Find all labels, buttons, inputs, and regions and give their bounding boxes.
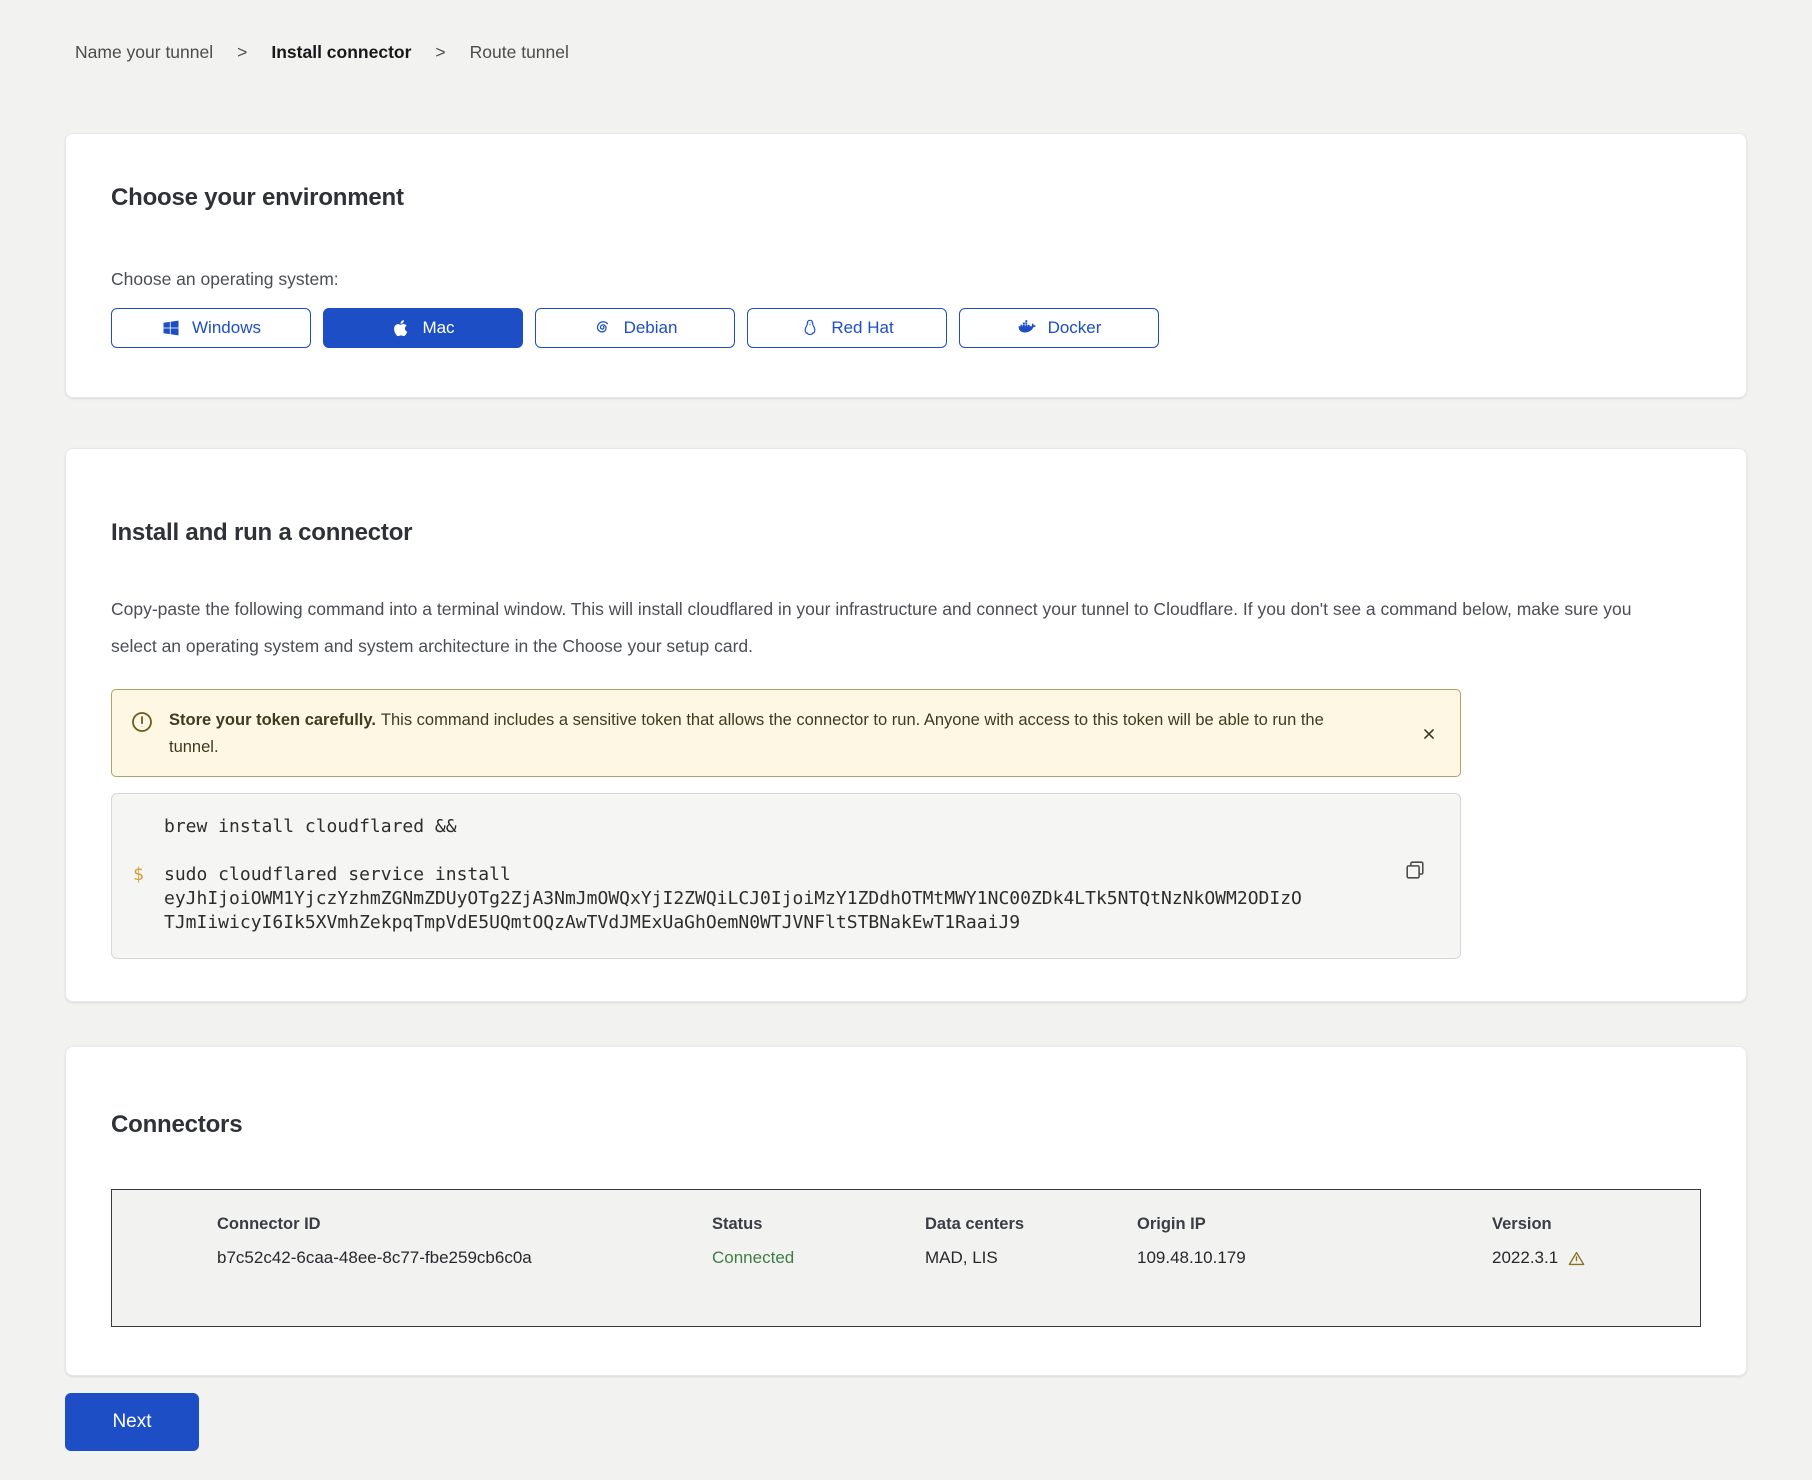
table-header-row: Connector ID Status Data centers Origin … <box>217 1214 1680 1234</box>
debian-swirl-icon <box>593 318 613 338</box>
column-header-status: Status <box>712 1214 925 1234</box>
connectors-table: Connector ID Status Data centers Origin … <box>111 1189 1701 1327</box>
data-centers-cell: MAD, LIS <box>925 1248 1137 1268</box>
version-value: 2022.3.1 <box>1492 1248 1558 1268</box>
origin-ip-cell: 109.48.10.179 <box>1137 1248 1492 1268</box>
os-button-label: Red Hat <box>831 318 893 338</box>
install-card-description: Copy-paste the following command into a … <box>111 591 1656 665</box>
column-header-connector-id: Connector ID <box>217 1214 712 1234</box>
windows-logo-icon <box>161 318 181 338</box>
version-cell: 2022.3.1 <box>1492 1248 1680 1268</box>
next-button[interactable]: Next <box>65 1393 199 1451</box>
os-button-docker[interactable]: Docker <box>959 308 1159 348</box>
table-row: b7c52c42-6caa-48ee-8c77-fbe259cb6c0a Con… <box>217 1248 1680 1268</box>
apple-logo-icon <box>391 318 411 338</box>
os-select-label: Choose an operating system: <box>111 268 1701 290</box>
code-line-brew: brew install cloudflared && <box>112 815 1460 839</box>
code-line-install: $ sudo cloudflared service install eyJhI… <box>112 863 1460 935</box>
os-button-debian[interactable]: Debian <box>535 308 735 348</box>
breadcrumb-step-name-your-tunnel[interactable]: Name your tunnel <box>75 42 213 63</box>
os-button-label: Windows <box>192 318 261 338</box>
token-text: eyJhIjoiOWM1YjczYzhmZGNmZDUyOTg2ZjA3NmJm… <box>164 888 1302 933</box>
os-button-windows[interactable]: Windows <box>111 308 311 348</box>
install-connector-card: Install and run a connector Copy-paste t… <box>65 448 1747 1002</box>
breadcrumb-separator: > <box>435 42 445 63</box>
connectors-card-title: Connectors <box>111 1111 1701 1139</box>
alert-circle-icon <box>130 710 154 734</box>
status-cell: Connected <box>712 1248 925 1268</box>
warning-close-button[interactable] <box>1422 726 1438 742</box>
close-icon <box>1422 727 1436 741</box>
connector-id-cell: b7c52c42-6caa-48ee-8c77-fbe259cb6c0a <box>217 1248 712 1268</box>
command-code-block[interactable]: brew install cloudflared && $ sudo cloud… <box>111 793 1461 959</box>
column-header-version: Version <box>1492 1214 1680 1234</box>
breadcrumb: Name your tunnel > Install connector > R… <box>75 42 569 63</box>
warning-title: Store your token carefully. <box>169 711 376 729</box>
linux-penguin-icon <box>800 318 820 338</box>
column-header-origin-ip: Origin IP <box>1137 1214 1492 1234</box>
os-button-label: Debian <box>624 318 678 338</box>
environment-card-title: Choose your environment <box>111 184 1701 212</box>
copy-icon <box>1404 859 1426 881</box>
breadcrumb-step-route-tunnel[interactable]: Route tunnel <box>470 42 569 63</box>
os-button-redhat[interactable]: Red Hat <box>747 308 947 348</box>
code-gutter <box>112 815 164 839</box>
copy-button[interactable] <box>1404 858 1428 882</box>
install-card-title: Install and run a connector <box>111 519 1701 547</box>
os-button-label: Docker <box>1048 318 1102 338</box>
breadcrumb-step-install-connector[interactable]: Install connector <box>271 42 411 63</box>
install-command: sudo cloudflared service install <box>164 864 511 885</box>
breadcrumb-separator: > <box>237 42 247 63</box>
os-button-group: Windows Mac Debian Red Hat Docker <box>111 308 1701 348</box>
os-button-mac[interactable]: Mac <box>323 308 523 348</box>
docker-whale-icon <box>1017 318 1037 338</box>
column-header-data-centers: Data centers <box>925 1214 1137 1234</box>
os-button-label: Mac <box>422 318 454 338</box>
connectors-card: Connectors Connector ID Status Data cent… <box>65 1046 1747 1376</box>
version-warning-icon <box>1567 1249 1586 1268</box>
brew-command-text: brew install cloudflared && <box>164 815 1304 839</box>
install-command-text: sudo cloudflared service install eyJhIjo… <box>164 863 1304 935</box>
warning-text: Store your token carefully.This command … <box>169 707 1329 761</box>
token-warning-banner: Store your token carefully.This command … <box>111 689 1461 777</box>
shell-prompt: $ <box>112 863 164 935</box>
environment-card: Choose your environment Choose an operat… <box>65 133 1747 398</box>
